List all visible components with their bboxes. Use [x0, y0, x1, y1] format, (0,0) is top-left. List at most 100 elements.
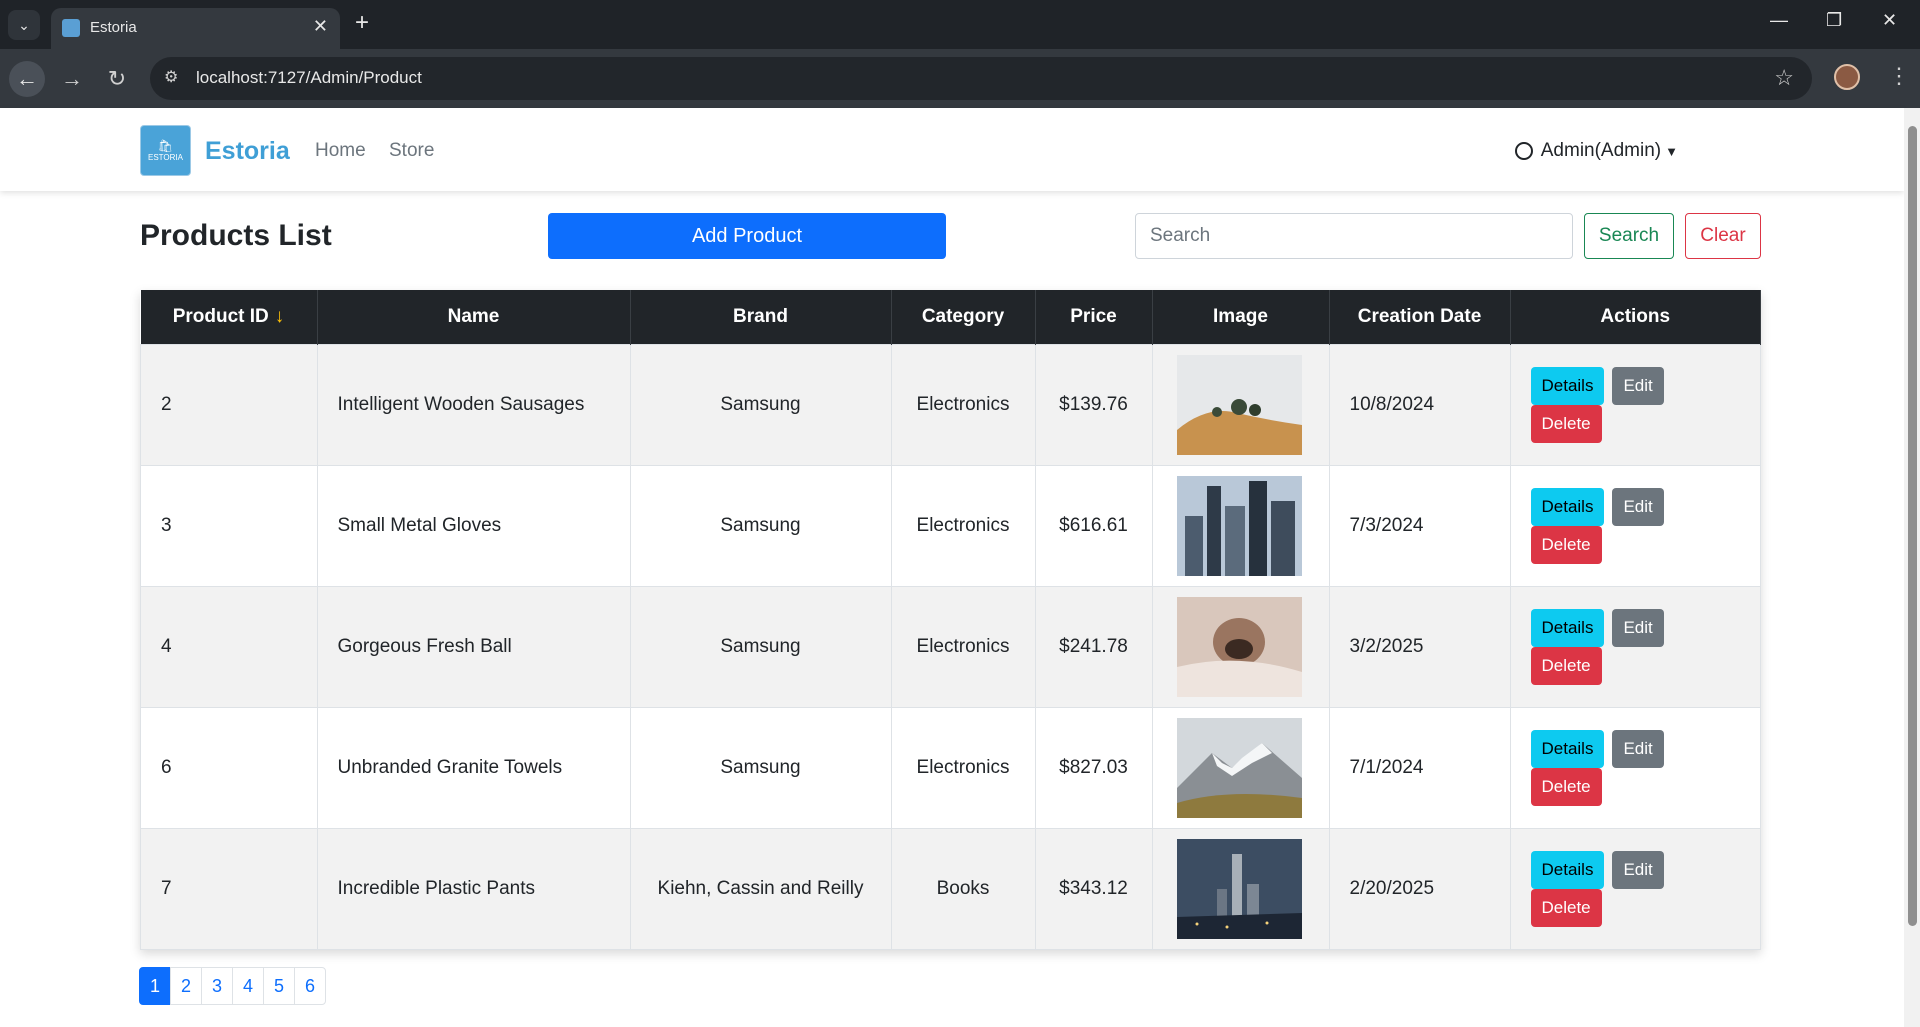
- page-scrollbar[interactable]: [1904, 108, 1920, 1027]
- cell-actions: Details Edit Delete: [1509, 586, 1761, 708]
- page-link-2[interactable]: 2: [170, 967, 202, 1005]
- edit-button[interactable]: Edit: [1612, 730, 1664, 768]
- product-image-snowy-mountain: [1176, 718, 1302, 818]
- browser-tab[interactable]: Estoria ✕: [51, 8, 340, 49]
- table-row: 6 Unbranded Granite Towels Samsung Elect…: [140, 707, 1761, 829]
- user-dropdown[interactable]: Admin(Admin) ▼: [1514, 140, 1678, 162]
- cell-category: Electronics: [890, 344, 1036, 466]
- cell-image: [1151, 828, 1330, 950]
- cell-actions: Details Edit Delete: [1509, 344, 1761, 466]
- cell-category: Electronics: [890, 465, 1036, 587]
- cell-price: $343.12: [1034, 828, 1153, 950]
- details-button[interactable]: Details: [1530, 730, 1605, 768]
- nav-link-home[interactable]: Home: [315, 140, 366, 162]
- delete-button[interactable]: Delete: [1530, 768, 1602, 806]
- header-product-id[interactable]: Product ID ↓: [140, 290, 318, 345]
- details-button[interactable]: Details: [1530, 851, 1605, 889]
- cell-date: 7/3/2024: [1328, 465, 1511, 587]
- site-navbar: 🛍 ESTORIA Estoria Home Store Admin(Admin…: [0, 108, 1904, 191]
- delete-button[interactable]: Delete: [1530, 405, 1602, 443]
- cell-actions: Details Edit Delete: [1509, 828, 1761, 950]
- cell-date: 2/20/2025: [1328, 828, 1511, 950]
- browser-menu-icon[interactable]: ⋮: [1888, 63, 1910, 89]
- favicon-icon: [62, 19, 80, 37]
- cell-brand: Samsung: [629, 344, 892, 466]
- add-product-button[interactable]: Add Product: [548, 213, 946, 259]
- cell-category: Electronics: [890, 707, 1036, 829]
- cell-price: $616.61: [1034, 465, 1153, 587]
- shopping-bag-icon: 🛍: [157, 139, 174, 153]
- search-input[interactable]: [1135, 213, 1573, 259]
- cell-id: 2: [140, 344, 318, 466]
- page-link-4[interactable]: 4: [232, 967, 264, 1005]
- cell-brand: Samsung: [629, 707, 892, 829]
- edit-button[interactable]: Edit: [1612, 367, 1664, 405]
- edit-button[interactable]: Edit: [1612, 609, 1664, 647]
- header-creation-date: Creation Date: [1329, 290, 1511, 345]
- cell-image: [1151, 707, 1330, 829]
- cell-actions: Details Edit Delete: [1509, 707, 1761, 829]
- search-button[interactable]: Search: [1584, 213, 1674, 259]
- brand-logo[interactable]: 🛍 ESTORIA: [140, 125, 191, 176]
- restore-icon[interactable]: ❐: [1826, 10, 1842, 31]
- table-header-row: Product ID ↓ Name Brand Category Price Im…: [140, 290, 1761, 345]
- address-bar[interactable]: ⚙ localhost:7127/Admin/Product ☆: [150, 57, 1812, 100]
- brand-name[interactable]: Estoria: [205, 137, 290, 166]
- cell-image: [1151, 586, 1330, 708]
- cell-date: 3/2/2025: [1328, 586, 1511, 708]
- cell-id: 4: [140, 586, 318, 708]
- header-label: Product ID: [172, 306, 269, 327]
- header-actions: Actions: [1510, 290, 1761, 345]
- details-button[interactable]: Details: [1530, 609, 1605, 647]
- user-name: Admin(Admin): [1540, 140, 1662, 161]
- page-link-3[interactable]: 3: [201, 967, 233, 1005]
- nav-link-store[interactable]: Store: [389, 140, 434, 162]
- forward-arrow-icon[interactable]: →: [54, 61, 90, 97]
- minimize-icon[interactable]: —: [1770, 10, 1788, 31]
- edit-button[interactable]: Edit: [1612, 851, 1664, 889]
- cell-price: $241.78: [1034, 586, 1153, 708]
- user-circle-icon: [1514, 142, 1533, 160]
- cell-brand: Samsung: [629, 586, 892, 708]
- product-image-city-skyline: [1176, 476, 1302, 576]
- cell-brand: Kiehn, Cassin and Reilly: [629, 828, 892, 950]
- table-row: 4 Gorgeous Fresh Ball Samsung Electronic…: [140, 586, 1761, 708]
- cell-id: 3: [140, 465, 318, 587]
- cell-date: 7/1/2024: [1328, 707, 1511, 829]
- tab-search-chevron-icon[interactable]: ⌄: [8, 10, 40, 40]
- header-category: Category: [891, 290, 1036, 345]
- window-close-icon[interactable]: ✕: [1882, 10, 1897, 31]
- cell-image: [1151, 344, 1330, 466]
- details-button[interactable]: Details: [1530, 488, 1605, 526]
- cell-price: $827.03: [1034, 707, 1153, 829]
- table-row: 2 Intelligent Wooden Sausages Samsung El…: [140, 344, 1761, 466]
- site-info-icon[interactable]: ⚙: [164, 67, 186, 89]
- new-tab-plus-icon[interactable]: +: [355, 9, 369, 37]
- page-link-5[interactable]: 5: [263, 967, 295, 1005]
- reload-icon[interactable]: ↻: [99, 61, 135, 97]
- header-brand: Brand: [630, 290, 892, 345]
- profile-avatar[interactable]: [1834, 64, 1860, 90]
- cell-price: $139.76: [1034, 344, 1153, 466]
- bookmark-star-icon[interactable]: ☆: [1774, 65, 1794, 91]
- clear-button[interactable]: Clear: [1685, 213, 1761, 259]
- cell-id: 6: [140, 707, 318, 829]
- scrollbar-thumb[interactable]: [1908, 126, 1917, 926]
- page-link-1[interactable]: 1: [139, 967, 171, 1005]
- product-image-city-night: [1176, 839, 1302, 939]
- delete-button[interactable]: Delete: [1530, 647, 1602, 685]
- details-button[interactable]: Details: [1530, 367, 1605, 405]
- page-link-6[interactable]: 6: [294, 967, 326, 1005]
- page-title: Products List: [140, 219, 332, 252]
- back-arrow-icon[interactable]: ←: [9, 61, 45, 97]
- logo-text: ESTORIA: [148, 153, 183, 162]
- cell-name: Unbranded Granite Towels: [316, 707, 631, 829]
- delete-button[interactable]: Delete: [1530, 889, 1602, 927]
- cell-name: Gorgeous Fresh Ball: [316, 586, 631, 708]
- url-text[interactable]: localhost:7127/Admin/Product: [196, 68, 422, 88]
- product-image-foggy-hill: [1176, 355, 1302, 455]
- delete-button[interactable]: Delete: [1530, 526, 1602, 564]
- products-table: Product ID ↓ Name Brand Category Price Im…: [140, 290, 1761, 950]
- edit-button[interactable]: Edit: [1612, 488, 1664, 526]
- close-tab-icon[interactable]: ✕: [313, 16, 328, 37]
